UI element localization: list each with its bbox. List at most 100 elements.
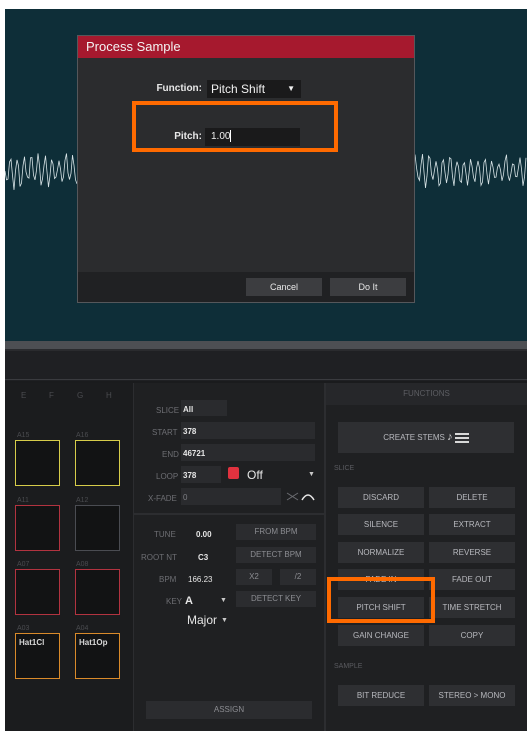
key-value[interactable]: A: [185, 595, 193, 607]
pad-a11[interactable]: [15, 505, 60, 551]
pad-a12[interactable]: [75, 505, 120, 551]
key-label: KEY: [166, 597, 183, 606]
function-label: Function:: [156, 83, 202, 94]
dropdown-arrow-icon: ▼: [287, 84, 295, 93]
panel-divider[interactable]: [5, 341, 527, 349]
tune-value[interactable]: 0.00: [196, 530, 212, 539]
pad-name: Hat1Op: [79, 638, 108, 647]
end-value: 46721: [183, 449, 206, 458]
tune-label: TUNE: [154, 530, 176, 539]
loop-mode-value[interactable]: Off: [247, 468, 263, 482]
end-label: END: [162, 450, 179, 459]
root-note-label: ROOT NT: [141, 553, 177, 562]
discard-button[interactable]: DISCARD: [338, 487, 424, 508]
silence-button[interactable]: SILENCE: [338, 514, 424, 535]
detect-key-button[interactable]: DETECT KEY: [236, 591, 316, 607]
gain-change-button[interactable]: GAIN CHANGE: [338, 625, 424, 646]
dropdown-arrow-icon[interactable]: ▼: [308, 471, 315, 478]
bank-e[interactable]: E: [21, 391, 26, 400]
function-select-value: Pitch Shift: [211, 82, 266, 96]
end-field[interactable]: 46721: [181, 444, 315, 461]
pad-name: Hat1Cl: [19, 638, 45, 647]
dialog-title: Process Sample: [78, 36, 414, 58]
loop-field[interactable]: 378: [181, 466, 221, 483]
pitch-highlight-box: [132, 101, 338, 152]
sample-settings-panel: SLICE All START 378 END 46721 LOOP 378 O…: [134, 383, 324, 731]
pad-label: A03: [17, 625, 30, 632]
create-stems-button[interactable]: CREATE STEMS ♪: [338, 422, 514, 453]
pad-panel: E F G H A15 A16 A11 A12 A07 A08 A03 A04 …: [5, 383, 133, 731]
process-sample-dialog: Process Sample Function: Pitch Shift ▼ P…: [77, 35, 415, 303]
detect-bpm-button[interactable]: DETECT BPM: [236, 547, 316, 563]
waveform-trace: [414, 153, 527, 188]
x2-button[interactable]: X2: [236, 569, 272, 585]
slice-field[interactable]: All: [181, 400, 227, 416]
pitch-shift-highlight-box: [327, 577, 435, 623]
bank-h[interactable]: H: [106, 391, 112, 400]
pad-a03[interactable]: Hat1Cl: [15, 633, 60, 679]
pad-label: A11: [17, 497, 29, 504]
delete-button[interactable]: DELETE: [429, 487, 515, 508]
functions-header: FUNCTIONS: [326, 383, 527, 405]
xfade-value: 0: [183, 493, 188, 502]
stems-icon: ♪: [447, 431, 453, 443]
slice-value: All: [183, 405, 194, 414]
dropdown-arrow-icon[interactable]: ▼: [221, 617, 228, 624]
pad-label: A16: [76, 432, 89, 439]
reverse-button[interactable]: REVERSE: [429, 542, 515, 563]
from-bpm-button[interactable]: FROM BPM: [236, 524, 316, 540]
bank-g[interactable]: G: [77, 391, 83, 400]
create-stems-label: CREATE STEMS: [383, 433, 445, 442]
stems-list-icon: [454, 432, 469, 443]
pad-label: A07: [17, 561, 30, 568]
stereo-to-mono-button[interactable]: STEREO > MONO: [429, 685, 515, 706]
functions-panel: FUNCTIONS CREATE STEMS ♪ SLICE DISCARD D…: [326, 383, 527, 731]
pad-label: A04: [76, 625, 89, 632]
start-field[interactable]: 378: [181, 422, 315, 439]
lock-icon[interactable]: [228, 467, 239, 479]
function-select[interactable]: Pitch Shift ▼: [207, 80, 301, 98]
loop-label: LOOP: [156, 472, 179, 481]
dialog-footer: Cancel Do It: [78, 272, 414, 302]
waveform-trace: [5, 153, 78, 190]
pad-label: A08: [76, 561, 89, 568]
pad-a15[interactable]: [15, 440, 60, 486]
dropdown-arrow-icon[interactable]: ▼: [220, 597, 227, 604]
toolbar-strip: [5, 351, 527, 381]
bpm-label: BPM: [159, 575, 177, 584]
scale-value[interactable]: Major: [187, 613, 217, 627]
cancel-button[interactable]: Cancel: [246, 278, 322, 296]
slice-label: SLICE: [156, 406, 180, 415]
pad-a16[interactable]: [75, 440, 120, 486]
slice-section-label: SLICE: [334, 465, 355, 472]
bit-reduce-button[interactable]: BIT REDUCE: [338, 685, 424, 706]
loop-value: 378: [183, 471, 197, 480]
copy-button[interactable]: COPY: [429, 625, 515, 646]
dialog-body: Function: Pitch Shift ▼ Pitch: 1.00: [78, 58, 414, 272]
toolbar-strip-border: [5, 379, 527, 380]
start-label: START: [152, 428, 178, 437]
pad-a07[interactable]: [15, 569, 60, 615]
app-frame: Process Sample Function: Pitch Shift ▼ P…: [5, 9, 527, 731]
fade-out-button[interactable]: FADE OUT: [429, 569, 515, 590]
xfade-label: X-FADE: [148, 494, 177, 503]
start-value: 378: [183, 427, 197, 436]
xfade-field[interactable]: 0: [181, 488, 281, 505]
section-divider: [134, 513, 324, 515]
extract-button[interactable]: EXTRACT: [429, 514, 515, 535]
pad-label: A15: [17, 432, 30, 439]
crossfade-curve-icon[interactable]: [286, 490, 316, 502]
bpm-value[interactable]: 166.23: [188, 575, 212, 584]
sample-section-label: SAMPLE: [334, 663, 363, 670]
normalize-button[interactable]: NORMALIZE: [338, 542, 424, 563]
pad-label: A12: [76, 497, 89, 504]
waveform-area[interactable]: Process Sample Function: Pitch Shift ▼ P…: [5, 9, 527, 341]
do-it-button[interactable]: Do It: [330, 278, 406, 296]
bank-f[interactable]: F: [49, 391, 54, 400]
pad-a04[interactable]: Hat1Op: [75, 633, 120, 679]
assign-button[interactable]: ASSIGN: [146, 701, 312, 719]
half-bpm-button[interactable]: /2: [280, 569, 316, 585]
root-note-value[interactable]: C3: [198, 553, 208, 562]
pad-a08[interactable]: [75, 569, 120, 615]
time-stretch-button[interactable]: TIME STRETCH: [429, 597, 515, 618]
